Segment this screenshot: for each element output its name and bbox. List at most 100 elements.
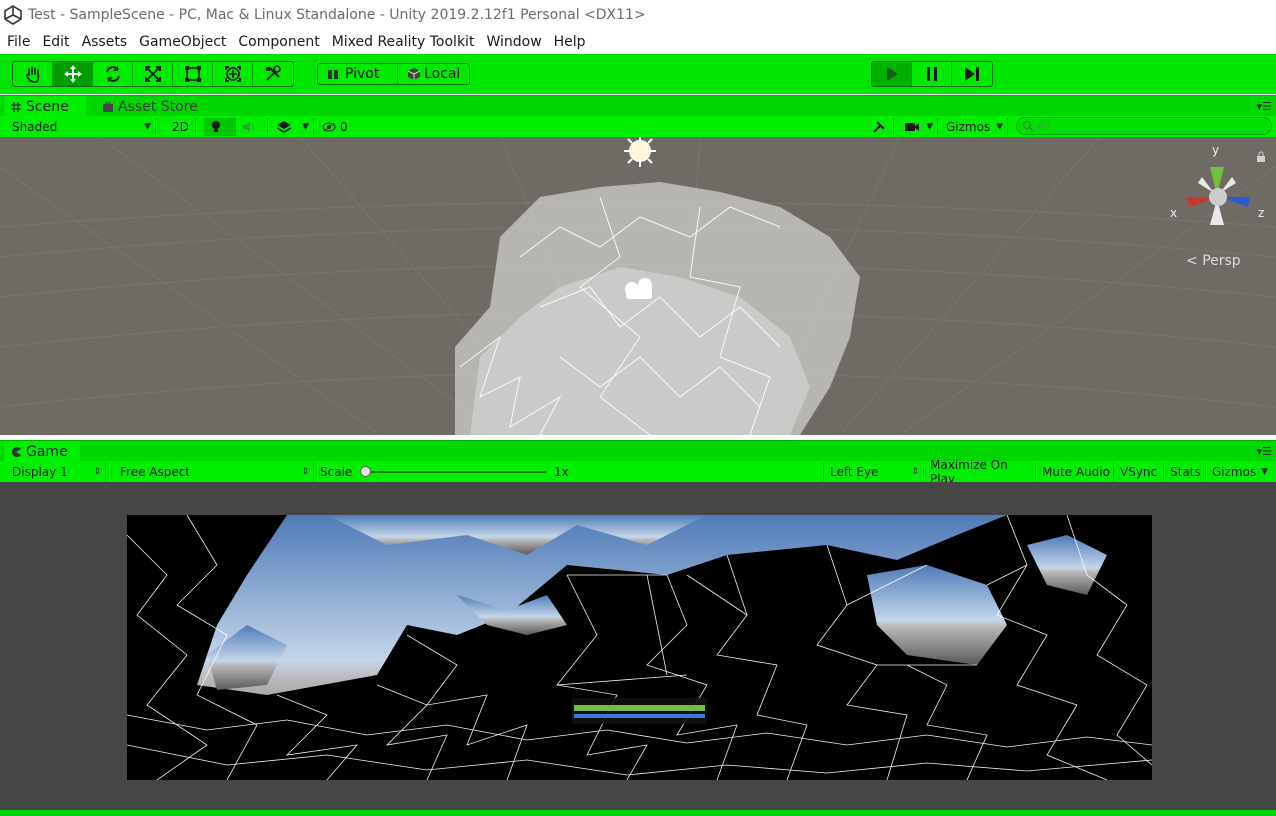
game-viewport[interactable] [127, 515, 1152, 780]
tab-scene-label: Scene [26, 98, 69, 115]
play-controls [871, 61, 993, 87]
dropdown-arrow-icon: ⇕ [93, 467, 101, 477]
lighting-toggle[interactable] [204, 118, 236, 136]
search-icon [1022, 120, 1034, 132]
transform-tool-button[interactable] [213, 62, 253, 86]
hidden-count: 0 [340, 120, 348, 134]
menu-help[interactable]: Help [547, 34, 591, 50]
lightbulb-icon [212, 121, 220, 132]
unity-logo-icon [4, 5, 22, 25]
play-button[interactable] [872, 62, 912, 86]
scale-slider-thumb[interactable] [360, 466, 371, 477]
scale-value: 1x [554, 465, 569, 479]
pause-button[interactable] [912, 62, 952, 86]
menu-component[interactable]: Component [231, 34, 324, 50]
local-toggle[interactable]: Local [398, 64, 469, 84]
tools-icon [266, 65, 281, 81]
scene-gizmos-dropdown[interactable]: Gizmos ▼ [940, 118, 1008, 136]
custom-tool-button[interactable] [253, 62, 293, 86]
mute-audio-label: Mute Audio [1042, 465, 1110, 479]
hand-tool-button[interactable] [13, 62, 53, 86]
eye-label: Left Eye [830, 465, 879, 479]
display-dropdown[interactable]: Display 1 ⇕ [6, 463, 106, 481]
aspect-dropdown[interactable]: Free Aspect ⇕ [114, 463, 314, 481]
wrench-icon [873, 121, 885, 133]
menu-assets[interactable]: Assets [75, 34, 133, 50]
local-label: Local [424, 66, 461, 82]
orientation-gizmo[interactable]: y x z [1170, 143, 1266, 237]
play-icon [886, 67, 898, 81]
vsync-toggle[interactable]: VSync [1114, 463, 1164, 481]
rotate-icon [105, 66, 120, 82]
rect-transform-icon [184, 66, 201, 82]
pivot-label: Pivot [345, 66, 380, 82]
projection-label: Persp [1202, 253, 1241, 269]
tab-game[interactable]: Game [4, 441, 80, 462]
axis-label-y: y [1212, 143, 1220, 157]
pivot-icon [328, 70, 338, 79]
window-title: Test - SampleScene - PC, Mac & Linux Sta… [28, 7, 646, 23]
stats-label: Stats [1170, 465, 1201, 479]
search-placeholder: All [1037, 119, 1051, 132]
axis-gizmo-icon [1186, 167, 1250, 225]
rotate-tool-button[interactable] [93, 62, 133, 86]
move-arrows-icon [63, 65, 82, 83]
game-tab-row: Game ▾☰ [0, 440, 1276, 462]
eye-dropdown[interactable]: Left Eye ⇕ [824, 463, 924, 481]
tab-scene[interactable]: Scene [4, 96, 86, 117]
maximize-on-play-toggle[interactable]: Maximize On Play [924, 458, 1036, 486]
effects-dropdown[interactable]: ▼ [270, 118, 314, 136]
game-gizmos-dropdown[interactable]: Gizmos ▼ [1206, 463, 1272, 481]
layers-icon [276, 121, 292, 133]
rect-tool-button[interactable] [173, 62, 213, 86]
panel-menu-icon[interactable]: ▾☰ [1257, 100, 1272, 113]
sun-icon [624, 137, 656, 167]
scale-control: Scale 1x [314, 463, 824, 481]
dropdown-arrow-icon: ▼ [926, 122, 933, 132]
projection-arrow-icon: < [1186, 253, 1198, 269]
menu-mixed-reality-toolkit[interactable]: Mixed Reality Toolkit [325, 34, 480, 50]
move-tool-button[interactable] [53, 62, 93, 86]
scene-search-input[interactable]: All [1016, 117, 1272, 135]
shading-mode-dropdown[interactable]: Shaded ▼ [6, 118, 156, 136]
menu-gameobject[interactable]: GameObject [132, 34, 231, 50]
tab-asset-store-label: Asset Store [118, 98, 198, 115]
menu-edit[interactable]: Edit [35, 34, 74, 50]
bottom-border [0, 810, 1276, 816]
scale-slider-track[interactable] [362, 471, 546, 473]
projection-toggle[interactable]: < Persp [1186, 253, 1241, 269]
mute-audio-toggle[interactable]: Mute Audio [1036, 463, 1114, 481]
audio-toggle[interactable] [236, 118, 268, 136]
hand-icon [25, 66, 39, 83]
toggle-2d-button[interactable]: 2D [166, 118, 196, 136]
stats-toggle[interactable]: Stats [1164, 463, 1206, 481]
toggle-2d-label: 2D [172, 120, 189, 134]
step-icon [965, 67, 979, 81]
scene-camera-dropdown[interactable]: ▼ [898, 118, 938, 136]
lock-icon[interactable] [1256, 151, 1266, 163]
step-button[interactable] [952, 62, 992, 86]
hidden-objects-toggle[interactable]: 0 [316, 118, 356, 136]
pacman-icon [12, 446, 21, 457]
transform-tools [12, 61, 294, 87]
display-label: Display 1 [12, 465, 68, 479]
scale-tool-button[interactable] [133, 62, 173, 86]
menu-file[interactable]: File [0, 34, 35, 50]
scene-render [0, 137, 1276, 435]
eye-slash-icon [322, 122, 336, 132]
scene-viewport[interactable]: y x z [0, 137, 1276, 435]
tab-game-label: Game [26, 443, 68, 460]
game-gizmos-label: Gizmos [1212, 465, 1257, 479]
panel-menu-icon[interactable]: ▾☰ [1257, 445, 1272, 458]
scene-tools-button[interactable] [866, 118, 894, 136]
menu-bar: File Edit Assets GameObject Component Mi… [0, 30, 1276, 54]
title-bar: Test - SampleScene - PC, Mac & Linux Sta… [0, 0, 1276, 30]
camera-icon [905, 123, 919, 131]
menu-window[interactable]: Window [479, 34, 546, 50]
aspect-label: Free Aspect [120, 465, 191, 479]
game-render [127, 515, 1152, 780]
tab-asset-store[interactable]: Asset Store [96, 96, 206, 117]
scene-gizmos-label: Gizmos [946, 120, 991, 134]
stats-overlay [572, 698, 707, 724]
pivot-toggle[interactable]: Pivot [318, 64, 398, 84]
